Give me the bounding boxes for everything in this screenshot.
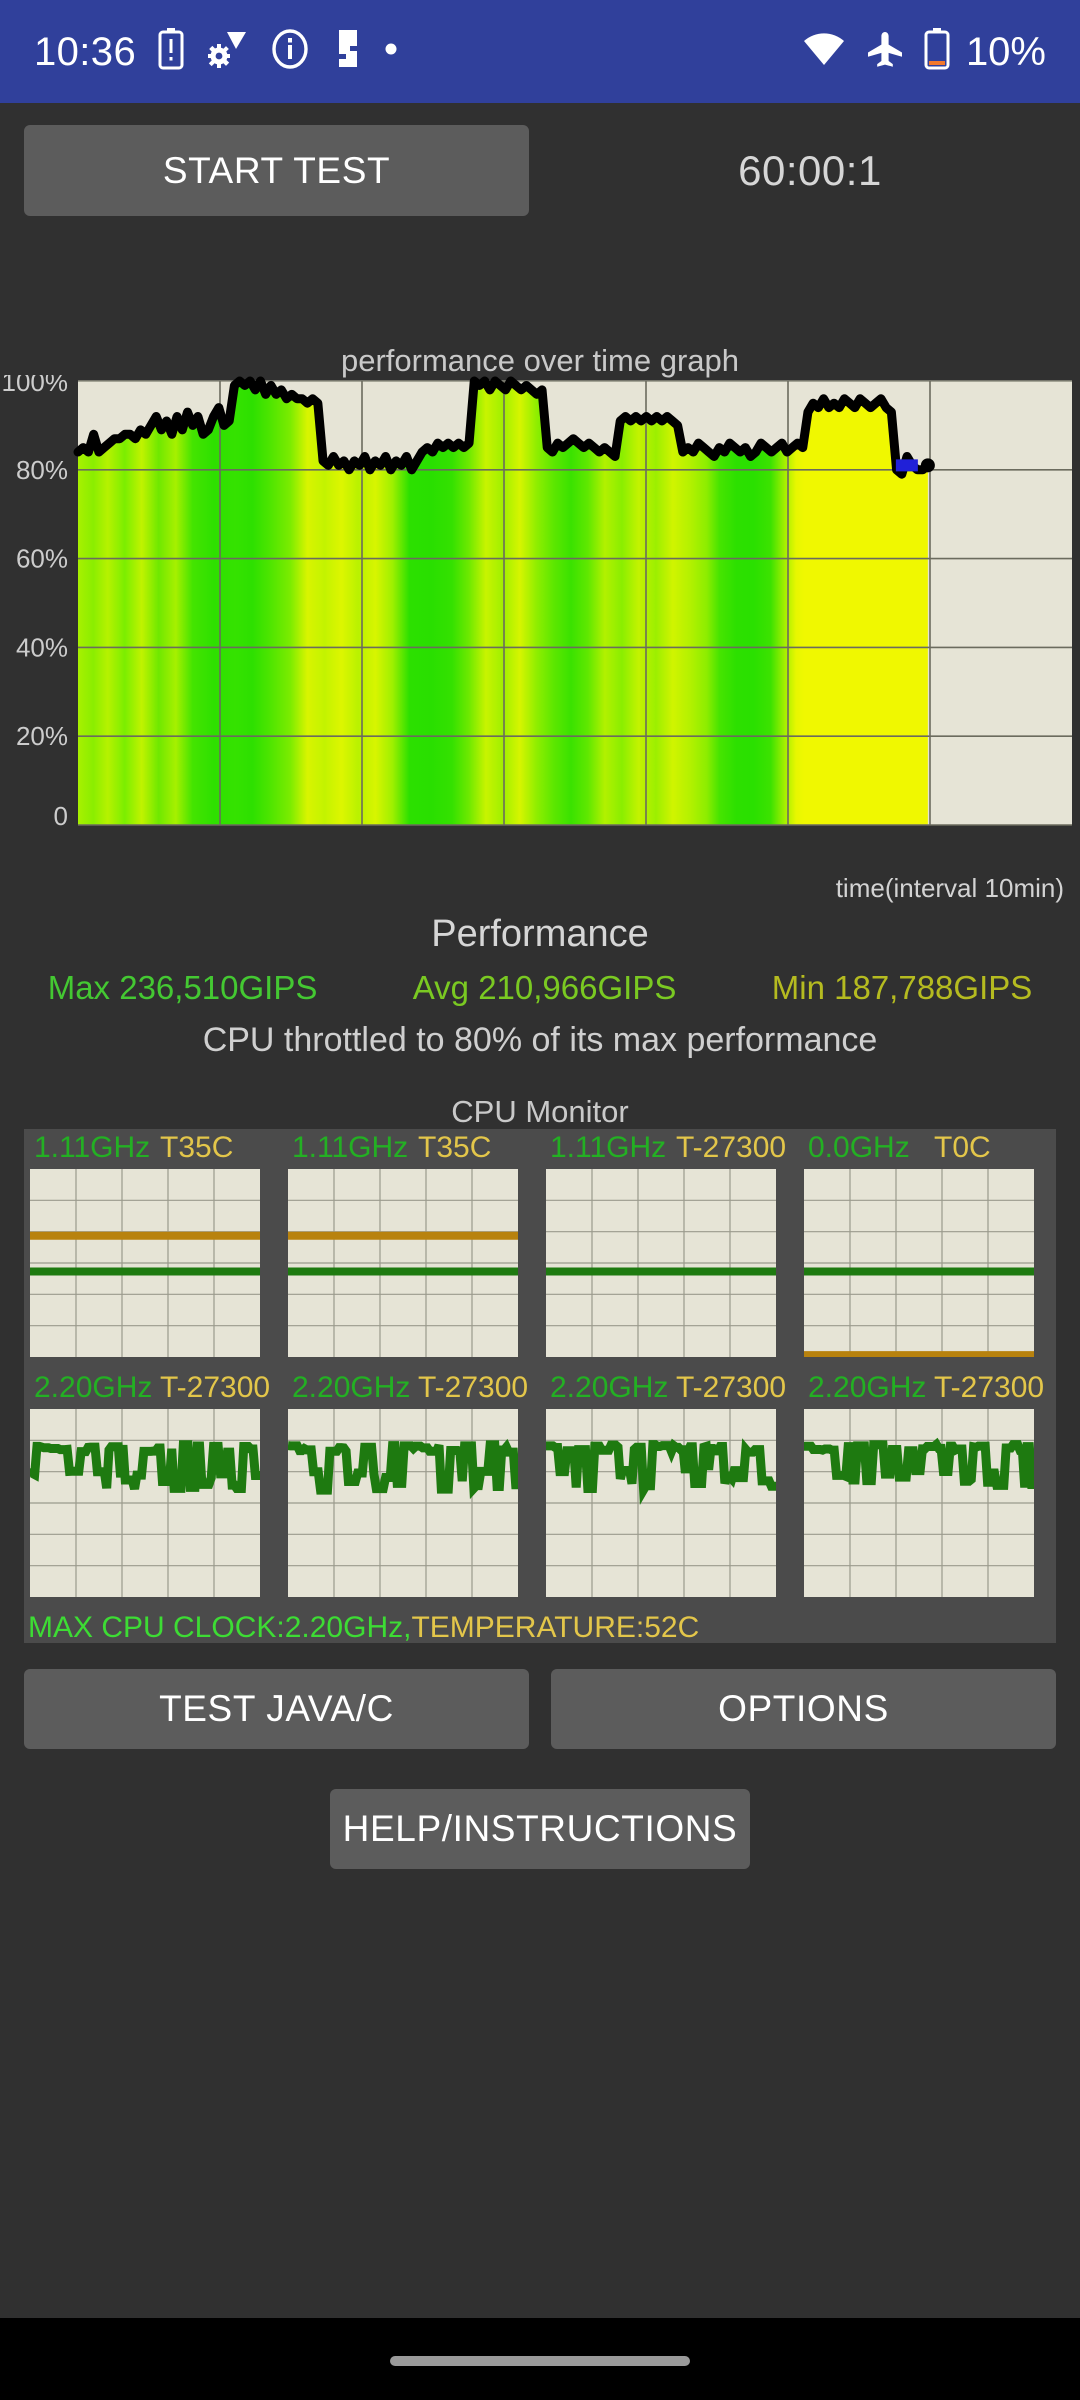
cpu-core-row-bottom: 2.20GHz T-27300 2.20GHz T-27300 2.20GHz T-273…: [24, 1369, 1056, 1609]
perf-chart-svg: 0 20% 40% 60% 80% 100%: [2, 375, 1072, 831]
stat-avg: Avg 210,966GIPS: [412, 969, 677, 1006]
status-clock: 10:36: [34, 29, 137, 74]
perf-time-axis-label: time(interval 10min): [835, 873, 1064, 903]
system-navigation-bar: [0, 2318, 1080, 2400]
cpu-core-3-bottom-graph: [546, 1409, 776, 1597]
settings-sync-icon: [206, 29, 248, 74]
test-java-c-button[interactable]: TEST JAVA/C: [24, 1669, 529, 1749]
cpu-core-4-clock: 0.0GHz: [808, 1131, 910, 1164]
help-instructions-button[interactable]: HELP/INSTRUCTIONS: [330, 1789, 750, 1869]
home-gesture-pill[interactable]: [390, 2356, 690, 2366]
cpu-monitor-footer: MAX CPU CLOCK:2.20GHz,TEMPERATURE:52C: [28, 1611, 699, 1645]
phone-screen: 10:36 10% START TEST 60:00:1 performance…: [0, 0, 1080, 2400]
cpu-core-3-bottom: 2.20GHz T-27300: [546, 1369, 787, 1609]
cpu-core-3-bottom-labels: 2.20GHz T-27300: [546, 1369, 787, 1409]
airplane-mode-icon: [866, 30, 904, 73]
cpu-core-2-min-temp: T-27300: [418, 1371, 529, 1404]
cpu-core-3-temp: T-27300: [676, 1131, 787, 1164]
cpu-core-3-min-temp: T-27300: [676, 1371, 787, 1404]
cpu-core-3-top-graph: [546, 1169, 776, 1357]
cpu-core-2-top-graph: [288, 1169, 518, 1357]
cpu-core-2-max-clock: 2.20GHz: [292, 1371, 411, 1404]
cpu-core-2-top-labels: 1.11GHz T35C: [288, 1129, 526, 1169]
cpu-core-1-max-clock: 2.20GHz: [34, 1371, 153, 1404]
cpu-footer-clock: MAX CPU CLOCK:2.20GHz,: [28, 1611, 412, 1644]
cpu-core-4-top-graph: [804, 1169, 1034, 1357]
battery-percent-label: 10%: [965, 29, 1046, 74]
battery-icon: [924, 28, 950, 75]
cpu-core-1-bottom-graph: [30, 1409, 260, 1597]
cpu-core-2-bottom: 2.20GHz T-27300: [288, 1369, 529, 1609]
status-bar: 10:36 10%: [0, 0, 1080, 103]
svg-text:100%: 100%: [2, 375, 69, 397]
cpu-core-2-temp: T35C: [418, 1131, 492, 1164]
app-content: START TEST 60:00:1 performance over time…: [0, 103, 1080, 2318]
top-controls: START TEST 60:00:1: [0, 125, 1080, 235]
cpu-core-3-clock: 1.11GHz: [550, 1131, 667, 1164]
cpu-monitor-panel: 1.11GHz T35C 1.11GHz T35C 1.11GHz T-27300 0.0G…: [24, 1129, 1056, 1645]
throttle-message: CPU throttled to 80% of its max performa…: [202, 1021, 878, 1059]
svg-text:40%: 40%: [16, 632, 68, 662]
performance-over-time-graph: 0 20% 40% 60% 80% 100%: [0, 375, 1080, 885]
svg-text:0: 0: [54, 801, 68, 831]
cpu-core-3-top: 1.11GHz T-27300: [546, 1129, 787, 1369]
stat-min: Min 187,788GIPS: [771, 969, 1033, 1006]
start-test-button[interactable]: START TEST: [24, 125, 529, 216]
cpu-core-4-bottom-graph: [804, 1409, 1034, 1597]
cpu-core-2-bottom-graph: [288, 1409, 518, 1597]
performance-stats: Max 236,510GIPS Avg 210,966GIPS Min 187,…: [0, 969, 1080, 1007]
cpu-core-4-bottom: 2.20GHz T-27300: [804, 1369, 1045, 1609]
options-button[interactable]: OPTIONS: [551, 1669, 1056, 1749]
cpu-core-4-bottom-labels: 2.20GHz T-27300: [804, 1369, 1045, 1409]
info-icon: [270, 29, 310, 74]
performance-heading: Performance: [431, 913, 649, 955]
cpu-core-2-bottom-labels: 2.20GHz T-27300: [288, 1369, 529, 1409]
cpu-core-4-min-temp: T-27300: [934, 1371, 1045, 1404]
cpu-core-1-clock: 1.11GHz: [34, 1131, 151, 1164]
status-bar-left: 10:36: [34, 28, 398, 75]
cpu-core-1-top: 1.11GHz T35C: [30, 1129, 268, 1369]
app-notification-icon: [332, 28, 362, 75]
cpu-core-3-top-labels: 1.11GHz T-27300: [546, 1129, 787, 1169]
cpu-core-1-temp: T35C: [160, 1131, 234, 1164]
cpu-core-4-max-clock: 2.20GHz: [808, 1371, 927, 1404]
cpu-core-1-bottom: 2.20GHz T-27300: [30, 1369, 271, 1609]
svg-text:20%: 20%: [16, 721, 68, 751]
cpu-core-4-temp: T0C: [934, 1131, 991, 1164]
cpu-core-1-bottom-labels: 2.20GHz T-27300: [30, 1369, 271, 1409]
cpu-monitor-title: CPU Monitor: [451, 1094, 629, 1129]
cpu-core-1-top-graph: [30, 1169, 260, 1357]
cpu-footer-temp: TEMPERATURE:52C: [411, 1611, 700, 1644]
battery-alert-icon: [158, 28, 184, 75]
cpu-core-4-top: 0.0GHz T0C: [804, 1129, 1042, 1369]
cpu-core-2-clock: 1.11GHz: [292, 1131, 409, 1164]
cpu-core-row-top: 1.11GHz T35C 1.11GHz T35C 1.11GHz T-27300 0.0G…: [24, 1129, 1056, 1369]
cpu-core-3-max-clock: 2.20GHz: [550, 1371, 669, 1404]
wifi-icon: [802, 31, 846, 72]
cpu-core-2-top: 1.11GHz T35C: [288, 1129, 526, 1369]
perf-graph-title: performance over time graph: [340, 343, 740, 378]
stat-max: Max 236,510GIPS: [47, 969, 318, 1006]
dot-icon: [384, 42, 398, 61]
cpu-core-1-min-temp: T-27300: [160, 1371, 271, 1404]
test-timer: 60:00:1: [738, 146, 882, 194]
status-bar-right: 10%: [802, 28, 1046, 75]
svg-text:60%: 60%: [16, 544, 68, 574]
cpu-core-4-top-labels: 0.0GHz T0C: [804, 1129, 1042, 1169]
cpu-core-1-top-labels: 1.11GHz T35C: [30, 1129, 268, 1169]
svg-text:80%: 80%: [16, 455, 68, 485]
